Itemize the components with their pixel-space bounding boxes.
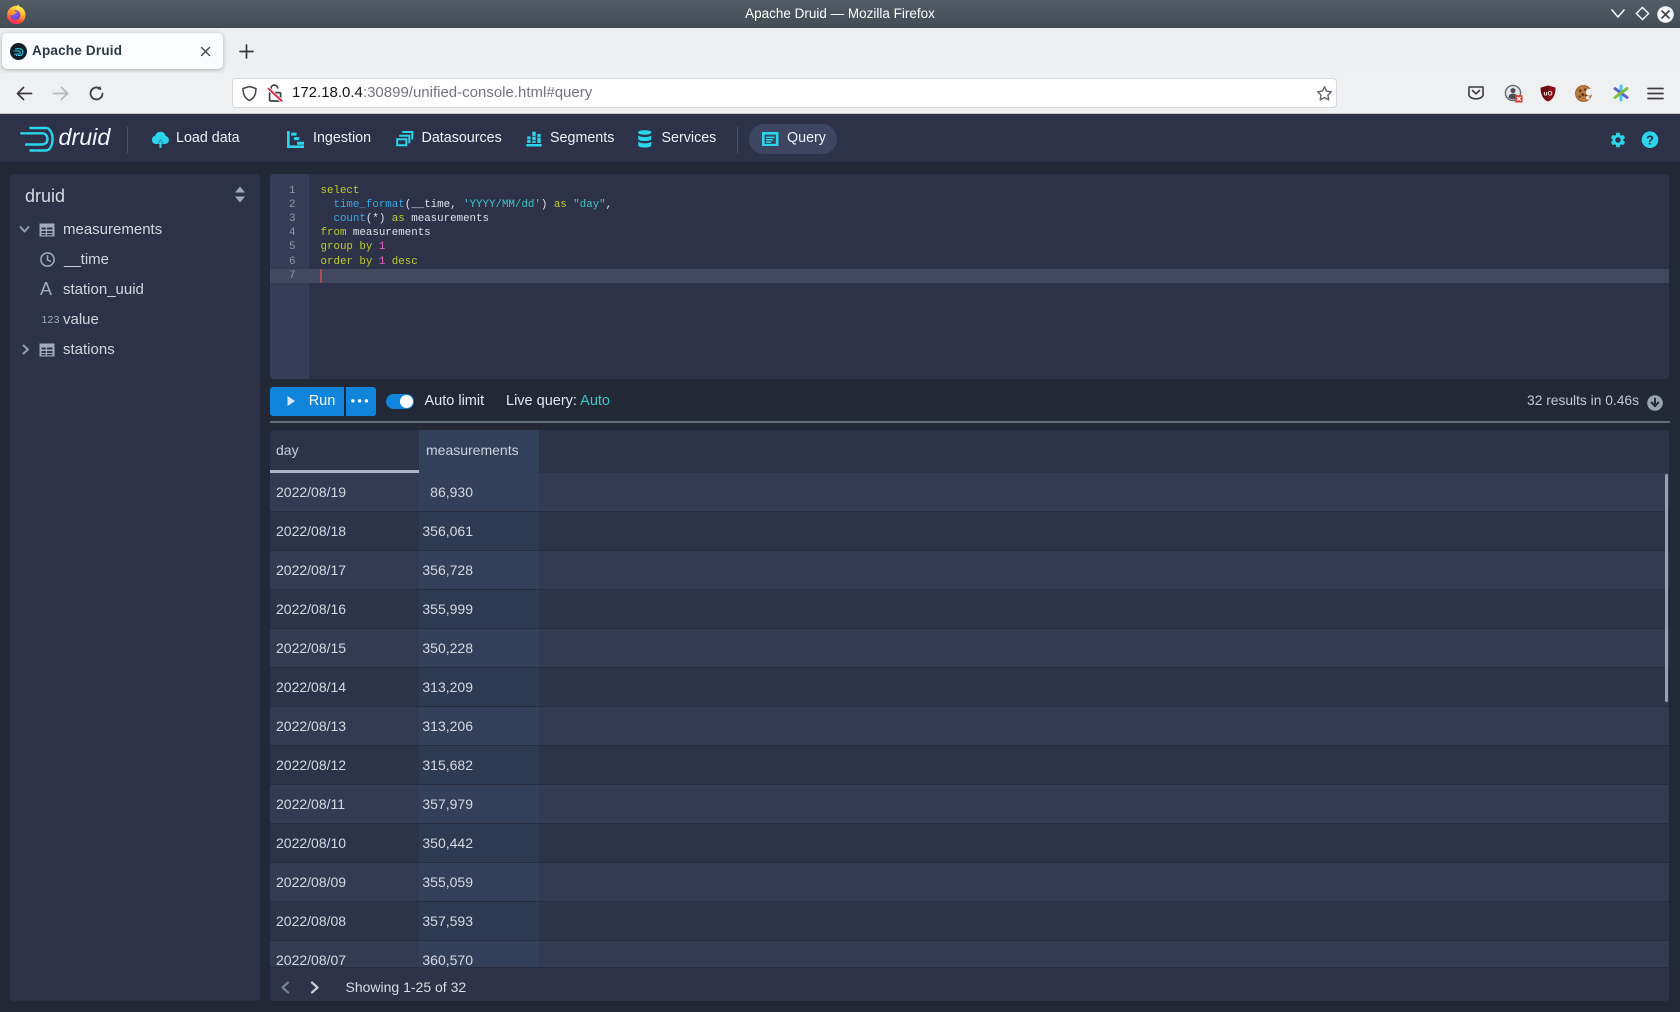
svg-text:uO: uO [1543,91,1552,98]
svg-text:?: ? [1646,133,1654,147]
